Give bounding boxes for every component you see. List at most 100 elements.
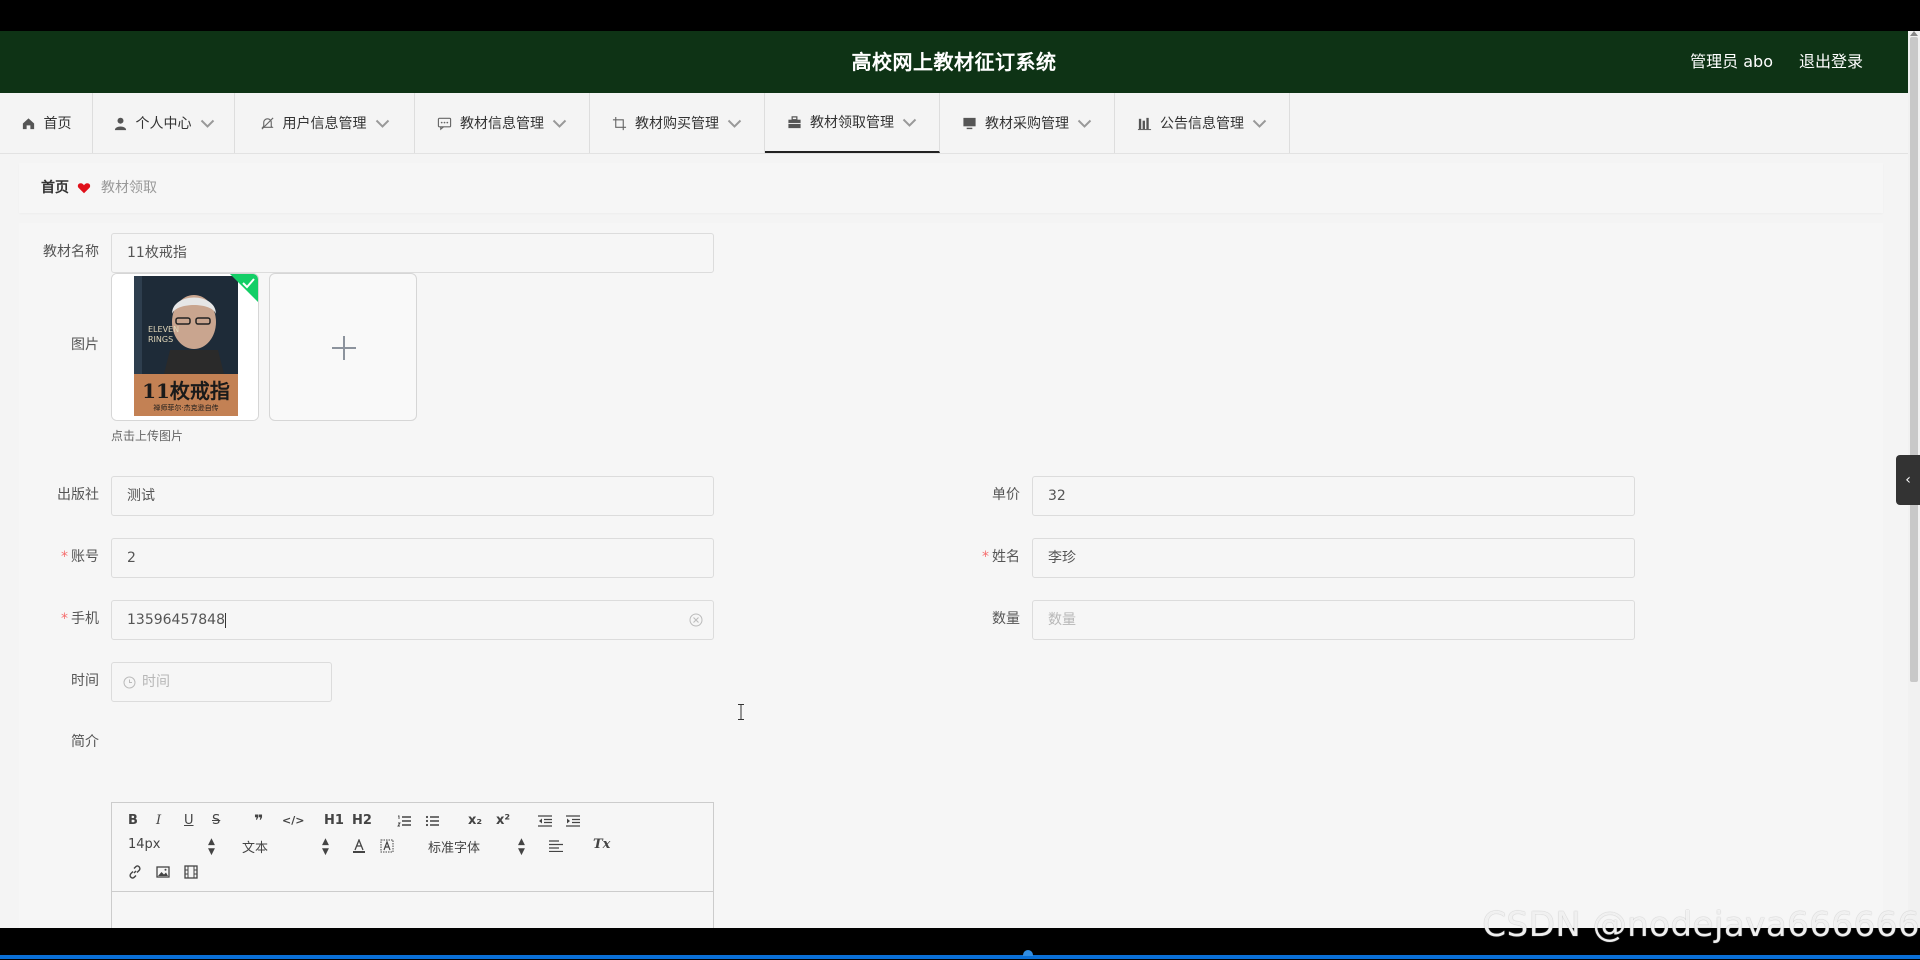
phone-label-text: 手机 [71, 611, 99, 627]
qty-label: 数量 [992, 611, 1020, 627]
upload-success-check-icon [230, 274, 258, 302]
image-label: 图片 [71, 337, 99, 353]
chat-icon [437, 117, 452, 130]
chevron-down-icon [200, 119, 214, 128]
uploaded-image[interactable]: ELEVEN RINGS 11枚戒指 禅师菲尔·杰克逊自传 [111, 273, 259, 421]
logout-link[interactable]: 退出登录 [1799, 31, 1863, 93]
home-icon [22, 117, 34, 129]
nav-item-users[interactable]: 用户信息管理 [235, 93, 415, 153]
nav-item-purchase[interactable]: 教材购买管理 [590, 93, 765, 153]
font-size-select[interactable]: 14px ▲ ▼ [128, 837, 216, 857]
nav-label: 首页 [43, 116, 72, 132]
video-icon[interactable] [184, 865, 198, 879]
breadcrumb-current: 教材领取 [101, 180, 157, 196]
screen-top-bar [0, 0, 1920, 31]
heading2-button[interactable]: H2 [352, 813, 372, 828]
superscript-button[interactable]: x² [496, 813, 510, 828]
clear-format-button[interactable]: Tx [593, 837, 610, 852]
scrollbar-thumb[interactable] [1910, 37, 1918, 682]
clock-icon [123, 676, 136, 689]
monitor-icon [963, 117, 976, 129]
bullet-list-icon[interactable] [425, 815, 439, 827]
font-family-select[interactable]: 标准字体 ▲ ▼ [428, 837, 528, 857]
account-label-text: 账号 [71, 549, 99, 565]
time-label: 时间 [71, 673, 99, 689]
italic-button[interactable]: I [156, 813, 161, 828]
heading1-button[interactable]: H1 [324, 813, 344, 828]
strike-button[interactable]: S [212, 813, 220, 828]
link-icon[interactable] [128, 865, 142, 879]
nav-item-procurement[interactable]: 教材采购管理 [940, 93, 1115, 153]
chevron-down-icon [727, 119, 742, 128]
price-label: 单价 [992, 487, 1020, 503]
svg-text:RINGS: RINGS [148, 335, 173, 344]
required-mark: * [982, 549, 989, 565]
background-color-icon[interactable] [380, 839, 394, 853]
underline-button[interactable]: U [184, 813, 194, 828]
indent-icon[interactable] [566, 815, 580, 827]
editor-toolbar: B I U S ❞ </> H1 H2 x₂ x² 14px ▲ ▼ 文本 ▲ … [112, 803, 713, 892]
svg-text:11枚戒指: 11枚戒指 [142, 379, 230, 403]
nav-label: 教材采购管理 [985, 116, 1069, 132]
chevron-down-icon [1077, 119, 1092, 128]
clear-icon[interactable] [689, 613, 703, 627]
name-label: 教材名称 [43, 244, 99, 260]
name2-label: * 姓名 [940, 546, 1020, 566]
required-mark: * [61, 549, 68, 565]
crop-icon [612, 116, 627, 130]
nav-item-notices[interactable]: 公告信息管理 [1115, 93, 1290, 153]
time-picker[interactable]: 时间 [111, 662, 332, 702]
briefcase-icon [788, 115, 801, 128]
nav-label: 教材领取管理 [810, 115, 894, 131]
textbook-name-input[interactable]: 11枚戒指 [111, 233, 714, 273]
nav-item-profile[interactable]: 个人中心 [93, 93, 235, 153]
phone-input[interactable]: 13596457848 [111, 600, 714, 640]
video-progress-bar [0, 955, 1920, 959]
select-arrows-icon: ▲ ▼ [322, 837, 329, 857]
rich-text-editor: B I U S ❞ </> H1 H2 x₂ x² 14px ▲ ▼ 文本 ▲ … [111, 802, 714, 928]
quantity-input[interactable]: 数量 [1032, 600, 1635, 640]
align-icon[interactable] [549, 840, 563, 852]
plus-icon [332, 336, 356, 360]
nav-item-home[interactable]: 首页 [0, 93, 93, 153]
nav-item-collect[interactable]: 教材领取管理 [765, 93, 940, 153]
text-cursor-icon [738, 704, 744, 720]
account-input[interactable]: 2 [111, 538, 714, 578]
font-color-icon[interactable] [352, 839, 366, 853]
code-block-button[interactable]: </> [282, 814, 304, 827]
chevron-down-icon [902, 118, 917, 127]
subscript-button[interactable]: x₂ [468, 813, 482, 828]
select-arrows-icon: ▲ ▼ [518, 837, 525, 857]
outdent-icon[interactable] [538, 815, 552, 827]
breadcrumb-home[interactable]: 首页 [41, 163, 69, 213]
watermark: CSDN @nodejava666666 [1482, 905, 1920, 945]
progress-handle [1023, 950, 1033, 956]
text-type-select[interactable]: 文本 ▲ ▼ [242, 837, 330, 857]
browser-viewport: 高校网上教材征订系统 管理员 abo 退出登录 首页 个人中心 用户信息管理 教… [0, 31, 1908, 928]
top-nav: 首页 个人中心 用户信息管理 教材信息管理 教材购买管理 教材领取管理 教材采购… [0, 93, 1908, 154]
image-icon[interactable] [156, 865, 170, 879]
required-mark: * [61, 611, 68, 627]
nav-label: 教材信息管理 [460, 116, 544, 132]
svg-text:禅师菲尔·杰克逊自传: 禅师菲尔·杰克逊自传 [153, 403, 218, 412]
font-family-value: 标准字体 [428, 841, 481, 856]
phone-label: * 手机 [19, 608, 99, 628]
bold-button[interactable]: B [128, 813, 138, 828]
heart-icon [77, 183, 91, 194]
price-input[interactable]: 32 [1032, 476, 1635, 516]
side-collapse-button[interactable]: ‹ [1896, 455, 1920, 505]
upload-image-button[interactable] [269, 273, 417, 421]
text-type-value: 文本 [242, 841, 269, 856]
publisher-input[interactable]: 测试 [111, 476, 714, 516]
scroll-up-icon[interactable] [1910, 31, 1918, 36]
student-name-input[interactable]: 李珍 [1032, 538, 1635, 578]
phone-value: 13596457848 [127, 612, 225, 628]
chevron-down-icon [1252, 119, 1267, 128]
chevron-down-icon [375, 119, 389, 128]
user-icon [114, 117, 126, 130]
blockquote-button[interactable]: ❞ [254, 811, 263, 830]
nav-item-textbooks[interactable]: 教材信息管理 [415, 93, 590, 153]
ordered-list-icon[interactable] [397, 815, 411, 827]
publisher-label: 出版社 [57, 487, 99, 503]
nav-label: 公告信息管理 [1160, 116, 1244, 132]
